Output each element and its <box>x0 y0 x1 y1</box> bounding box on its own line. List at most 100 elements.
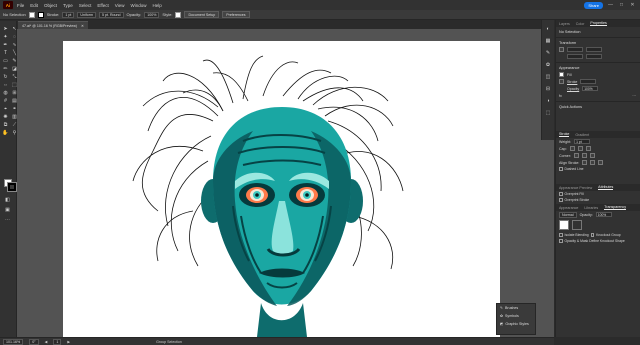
opacity-field[interactable]: 100% <box>582 86 599 91</box>
overprint-fill-checkbox[interactable] <box>559 192 563 196</box>
next-artboard-icon[interactable]: ▶ <box>67 340 70 344</box>
style-swatch[interactable] <box>175 11 182 18</box>
shape-builder-tool-icon[interactable]: ◍ <box>2 90 9 96</box>
align-inside-icon[interactable] <box>590 160 596 165</box>
rotate-tool-icon[interactable]: ↻ <box>2 74 9 80</box>
tab-libraries[interactable]: Libraries <box>584 206 598 210</box>
reference-point-icon[interactable] <box>559 47 564 52</box>
transform-panel-icon[interactable]: ⬚ <box>545 110 552 116</box>
brushes-panel-icon[interactable]: ✎ <box>545 50 552 56</box>
isolate-checkbox[interactable] <box>559 233 563 237</box>
stroke-color-box[interactable] <box>7 182 17 192</box>
brushes-item[interactable]: ✎ Brushes <box>497 304 535 312</box>
bevel-join-icon[interactable] <box>589 153 595 158</box>
close-window-icon[interactable]: ✕ <box>629 2 636 8</box>
symbols-panel-icon[interactable]: ✿ <box>545 62 552 68</box>
stroke-swatch[interactable] <box>37 11 44 18</box>
x-field[interactable] <box>567 47 583 52</box>
miter-join-icon[interactable] <box>573 153 579 158</box>
overprint-stroke-checkbox[interactable] <box>559 198 563 202</box>
maximize-icon[interactable]: □ <box>618 2 625 8</box>
menu-file[interactable]: File <box>17 3 24 8</box>
pathfinder-panel-icon[interactable]: ◑ <box>545 98 552 104</box>
mask-thumbnail[interactable] <box>572 220 582 230</box>
tab-appearance-preview[interactable]: Appearance Preview <box>559 186 592 190</box>
tab-stroke[interactable]: Stroke <box>559 132 570 137</box>
menu-window[interactable]: Window <box>130 3 146 8</box>
preferences-button[interactable]: Preferences <box>222 11 250 18</box>
align-panel-icon[interactable]: ⊟ <box>545 86 552 92</box>
rectangle-tool-icon[interactable]: ▭ <box>2 58 9 64</box>
blend-mode-dropdown[interactable]: Normal <box>559 211 577 218</box>
artboard-number[interactable]: 1 <box>53 338 62 345</box>
brush-dropdown[interactable]: 5 pt. Round <box>98 11 124 18</box>
minimize-icon[interactable]: — <box>607 2 614 8</box>
projecting-cap-icon[interactable] <box>585 146 591 151</box>
h-field[interactable] <box>586 54 602 59</box>
edit-toolbar-icon[interactable]: ⋯ <box>4 217 11 223</box>
round-cap-icon[interactable] <box>577 146 583 151</box>
symbols-item[interactable]: ✿ Symbols <box>497 312 535 320</box>
selection-tool-icon[interactable]: ➤ <box>2 26 9 32</box>
hand-tool-icon[interactable]: ✋ <box>2 130 9 136</box>
fill-stroke-widget[interactable] <box>4 179 17 192</box>
prev-artboard-icon[interactable]: ◀ <box>45 340 48 344</box>
weight-field[interactable]: 1 pt <box>574 139 591 144</box>
artboard-tool-icon[interactable]: ⧉ <box>2 122 9 128</box>
knockout-checkbox[interactable] <box>590 233 595 237</box>
menu-type[interactable]: Type <box>63 3 73 8</box>
rotation-dropdown[interactable]: 0° <box>29 338 39 345</box>
menu-select[interactable]: Select <box>79 3 92 8</box>
share-button[interactable]: Share <box>584 1 603 9</box>
swatches-panel-icon[interactable]: ▦ <box>545 38 552 44</box>
draw-mode-icon[interactable]: ◧ <box>4 197 11 203</box>
menu-view[interactable]: View <box>115 3 125 8</box>
opacity-mask-checkbox[interactable] <box>559 239 563 243</box>
close-icon[interactable]: ✕ <box>81 24 84 28</box>
menu-edit[interactable]: Edit <box>30 3 38 8</box>
zoom-dropdown[interactable]: 101.16% <box>3 338 24 345</box>
align-center-icon[interactable] <box>582 160 588 165</box>
fill-swatch-panel[interactable] <box>559 72 564 77</box>
dashed-line-checkbox[interactable] <box>559 167 563 171</box>
stroke-label[interactable]: Stroke <box>567 80 577 84</box>
tab-appearance[interactable]: Appearance <box>559 206 578 210</box>
artboard[interactable] <box>63 41 500 337</box>
tab-properties[interactable]: Properties <box>590 21 607 26</box>
canvas-area[interactable] <box>17 29 554 337</box>
screen-mode-icon[interactable]: ▣ <box>4 207 11 213</box>
tab-layers[interactable]: Layers <box>559 22 570 26</box>
opacity-label[interactable]: Opacity <box>567 87 579 91</box>
type-tool-icon[interactable]: T <box>2 50 9 56</box>
document-tab[interactable]: 47.ai* @ 101.16 % (RGB/Preview) ✕ <box>18 21 88 29</box>
pencil-tool-icon[interactable]: ✏ <box>2 66 9 72</box>
stroke-swatch-panel[interactable] <box>559 79 564 84</box>
stroke-weight-dropdown[interactable]: 1 pt <box>62 11 75 18</box>
stroke-weight-field[interactable] <box>580 79 597 84</box>
fill-swatch[interactable] <box>28 11 35 18</box>
menu-help[interactable]: Help <box>152 3 161 8</box>
opacity2-field[interactable]: 100% <box>595 212 612 217</box>
menu-object[interactable]: Object <box>44 3 57 8</box>
layers-panel-icon[interactable]: ◫ <box>545 74 552 80</box>
profile-dropdown[interactable]: Uniform <box>77 11 96 18</box>
tab-gradient[interactable]: Gradient <box>575 133 589 137</box>
tab-attributes[interactable]: Attributes <box>598 185 614 190</box>
round-join-icon[interactable] <box>581 153 587 158</box>
align-outside-icon[interactable] <box>598 160 604 165</box>
magic-wand-tool-icon[interactable]: ✦ <box>2 34 9 40</box>
tab-color[interactable]: Color <box>576 22 585 26</box>
more-options-icon[interactable]: ⋯ <box>632 94 636 98</box>
graphic-styles-item[interactable]: ◩ Graphic Styles <box>497 320 535 328</box>
butt-cap-icon[interactable] <box>569 146 575 151</box>
width-tool-icon[interactable]: ⇔ <box>2 82 9 88</box>
eyedropper-tool-icon[interactable]: ⌖ <box>2 106 9 112</box>
document-setup-button[interactable]: Document Setup <box>184 11 220 18</box>
color-panel-icon[interactable]: ◐ <box>545 26 552 32</box>
pen-tool-icon[interactable]: ✒ <box>2 42 9 48</box>
mesh-tool-icon[interactable]: # <box>2 98 9 104</box>
y-field[interactable] <box>567 54 583 59</box>
opacity-input[interactable]: 100% <box>144 11 160 18</box>
fx-icon[interactable]: fx <box>559 94 562 98</box>
symbol-sprayer-tool-icon[interactable]: ✺ <box>2 114 9 120</box>
